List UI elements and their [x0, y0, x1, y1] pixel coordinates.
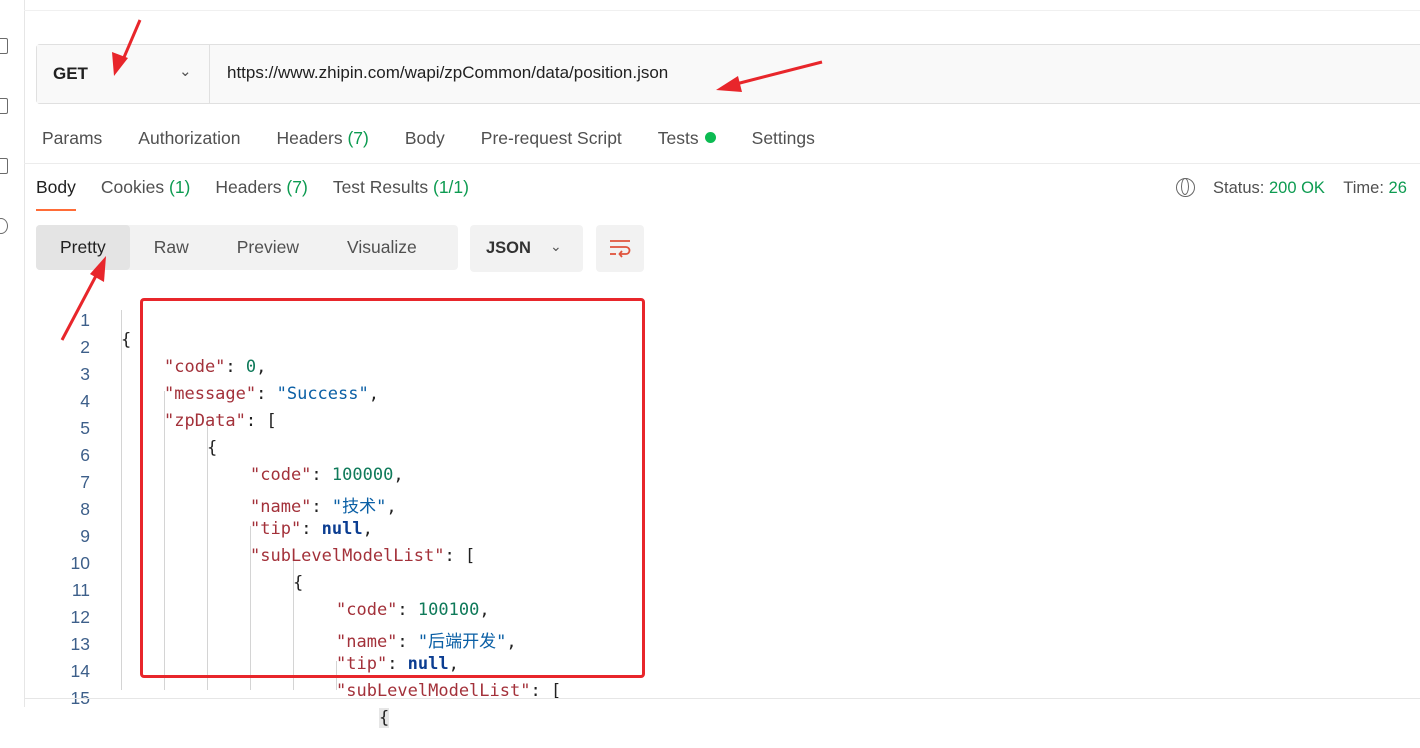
json-token: {	[379, 708, 390, 728]
code-text: {	[379, 708, 390, 728]
annotation-arrow-url	[716, 60, 823, 92]
annotation-arrow-method	[112, 19, 142, 76]
divider	[24, 698, 1420, 699]
annotation-arrows	[60, 19, 823, 341]
annotation-arrow-pretty	[60, 256, 106, 341]
